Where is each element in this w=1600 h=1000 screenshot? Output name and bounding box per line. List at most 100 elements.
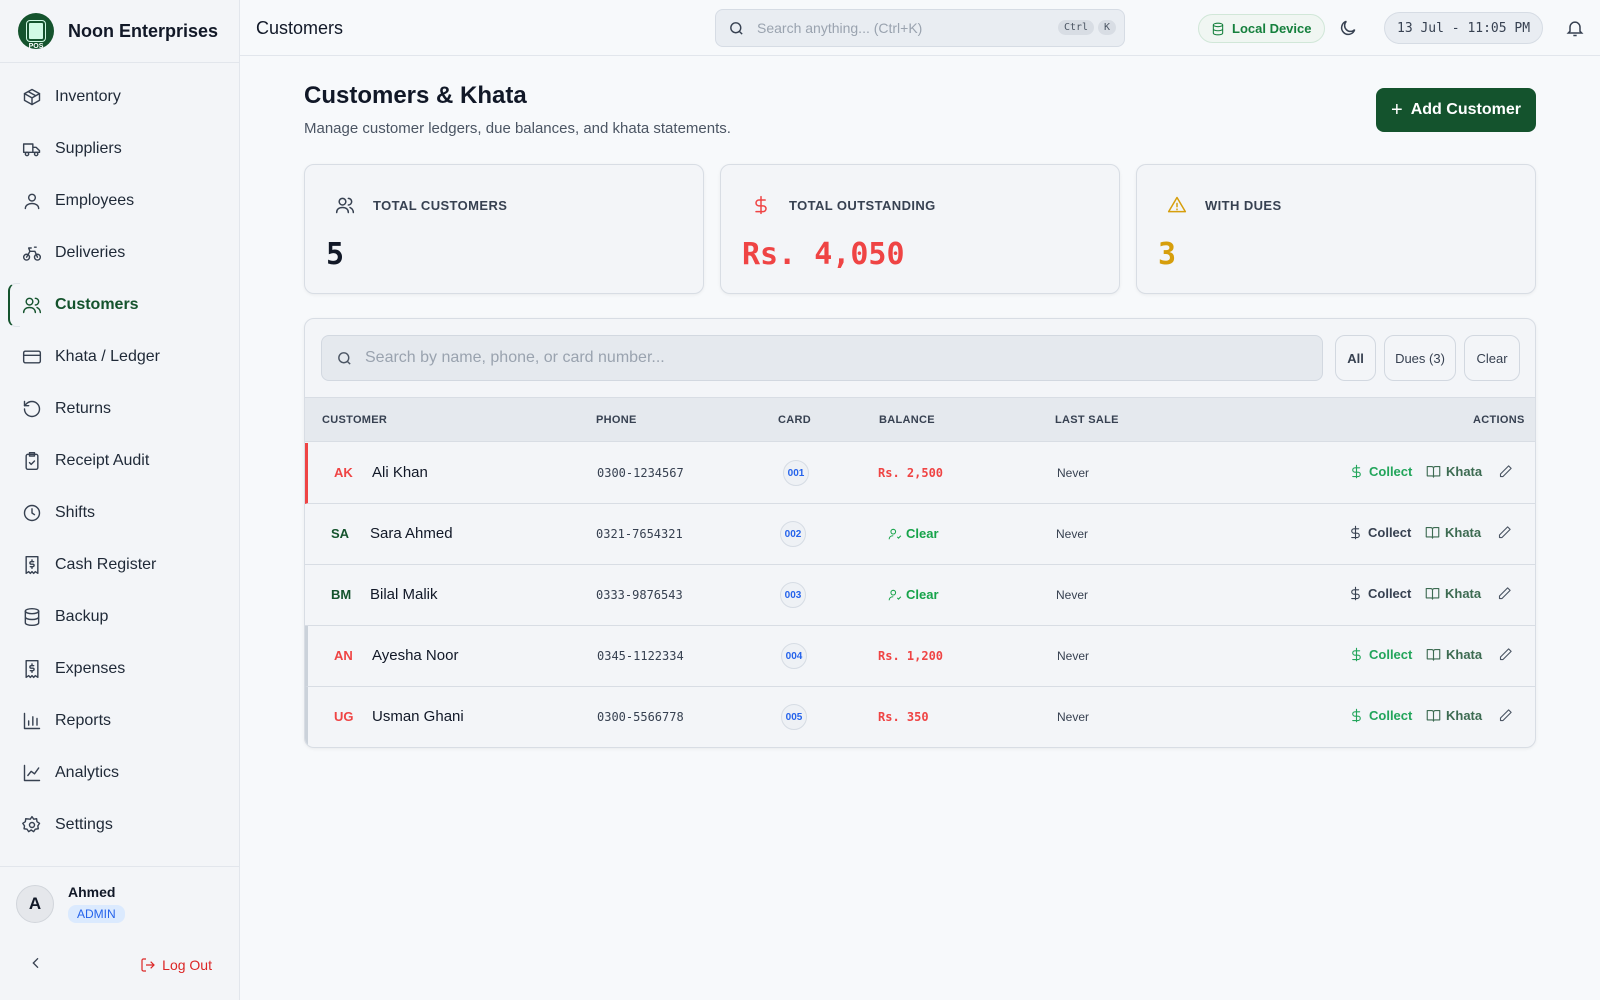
sidebar-item-suppliers[interactable]: Suppliers <box>0 123 239 175</box>
sidebar-item-label: Backup <box>55 608 109 625</box>
main-header: Customers & Khata Manage customer ledger… <box>304 82 731 137</box>
sidebar-item-backup[interactable]: Backup <box>0 591 239 643</box>
collect-label: Collect <box>1369 464 1413 479</box>
sidebar-item-shifts[interactable]: Shifts <box>0 487 239 539</box>
last-sale: Never <box>1056 527 1089 541</box>
role-badge: ADMIN <box>68 905 125 923</box>
book-open-icon <box>1426 465 1441 478</box>
global-search-placeholder: Search anything... (Ctrl+K) <box>757 20 923 36</box>
global-search-input[interactable]: Search anything... (Ctrl+K) Ctrl K <box>715 9 1125 47</box>
table-row[interactable]: UG Usman Ghani 0300-5566778 005 Rs. 350 … <box>305 687 1535 747</box>
sidebar-item-label: Expenses <box>55 660 126 677</box>
khata-button[interactable]: Khata <box>1426 708 1482 723</box>
database-icon <box>1212 22 1224 35</box>
add-customer-button[interactable]: + Add Customer <box>1376 88 1536 132</box>
notifications-button[interactable] <box>1565 18 1585 38</box>
filter-dues-button[interactable]: Dues (3) <box>1384 335 1456 381</box>
sidebar-item-settings[interactable]: Settings <box>0 799 239 851</box>
bell-icon <box>1566 21 1584 37</box>
khata-label: Khata <box>1446 708 1483 723</box>
device-badge[interactable]: Local Device <box>1198 14 1325 43</box>
sidebar: POS Noon Enterprises Inventory Suppliers… <box>0 0 240 1000</box>
page-title: Customers <box>256 18 344 38</box>
brand: POS Noon Enterprises <box>0 0 239 63</box>
pencil-icon <box>1498 587 1511 600</box>
pencil-icon <box>1498 526 1511 539</box>
dollar-icon <box>755 195 767 215</box>
balance-clear-label: Clear <box>906 587 939 602</box>
khata-button[interactable]: Khata <box>1426 647 1482 662</box>
sidebar-item-cash-register[interactable]: Cash Register <box>0 539 239 591</box>
sidebar-item-khata-ledger[interactable]: Khata / Ledger <box>0 331 239 383</box>
card-number-badge: 001 <box>783 460 809 486</box>
balance-clear: Clear <box>888 526 939 541</box>
sidebar-item-analytics[interactable]: Analytics <box>0 747 239 799</box>
last-sale: Never <box>1057 649 1090 663</box>
dollar-icon <box>1351 525 1360 540</box>
column-header-customer: CUSTOMER <box>322 414 388 426</box>
filter-clear-button[interactable]: Clear <box>1464 335 1520 381</box>
sidebar-item-deliveries[interactable]: Deliveries <box>0 227 239 279</box>
stat-card-with-dues: WITH DUES 3 <box>1136 164 1536 294</box>
log-out-icon <box>141 958 156 972</box>
khata-button[interactable]: Khata <box>1425 525 1481 540</box>
column-header-actions: ACTIONS <box>1473 414 1525 426</box>
collect-button[interactable]: Collect <box>1349 708 1412 723</box>
customer-name: Bilal Malik <box>370 586 438 603</box>
sidebar-item-returns[interactable]: Returns <box>0 383 239 435</box>
khata-button[interactable]: Khata <box>1426 464 1482 479</box>
stat-label: WITH DUES <box>1205 197 1282 213</box>
box-icon <box>23 88 41 106</box>
gear-icon <box>22 815 41 833</box>
card-number-badge: 004 <box>781 643 807 669</box>
brand-name: Noon Enterprises <box>68 20 219 41</box>
stat-value: 3 <box>1158 237 1177 272</box>
add-customer-label: Add Customer <box>1410 101 1521 118</box>
collect-button[interactable]: Collect <box>1349 647 1412 662</box>
user-check-icon <box>888 528 902 539</box>
logout-button[interactable]: Log Out <box>140 957 212 973</box>
collect-label: Collect <box>1368 586 1412 601</box>
collect-button[interactable]: Collect <box>1348 525 1411 540</box>
sidebar-item-inventory[interactable]: Inventory <box>0 71 239 123</box>
datetime-display: 13 Jul - 11:05 PM <box>1384 12 1544 44</box>
dollar-icon <box>1352 708 1361 723</box>
customer-search-field[interactable] <box>321 335 1323 381</box>
table-row[interactable]: AN Ayesha Noor 0345-1122334 004 Rs. 1,20… <box>305 626 1535 687</box>
theme-toggle-button[interactable] <box>1338 18 1358 38</box>
edit-button[interactable] <box>1497 586 1512 601</box>
table-row[interactable]: AK Ali Khan 0300-1234567 001 Rs. 2,500 N… <box>305 443 1535 504</box>
customer-search-input[interactable] <box>365 349 1265 367</box>
column-header-last-sale: LAST SALE <box>1055 414 1119 426</box>
collect-button[interactable]: Collect <box>1348 586 1411 601</box>
customer-name: Sara Ahmed <box>370 525 453 542</box>
collect-button[interactable]: Collect <box>1349 464 1412 479</box>
device-label: Local Device <box>1232 21 1312 36</box>
sidebar-item-label: Inventory <box>55 88 121 105</box>
dollar-icon <box>1351 586 1360 601</box>
edit-button[interactable] <box>1497 525 1512 540</box>
card-number-badge: 005 <box>781 704 807 730</box>
edit-button[interactable] <box>1498 647 1513 662</box>
sidebar-item-expenses[interactable]: Expenses <box>0 643 239 695</box>
clock-icon <box>23 504 41 522</box>
filter-all-button[interactable]: All <box>1335 335 1376 381</box>
last-sale: Never <box>1056 588 1089 602</box>
khata-button[interactable]: Khata <box>1425 586 1481 601</box>
sidebar-item-label: Reports <box>55 712 112 729</box>
edit-button[interactable] <box>1498 708 1513 723</box>
edit-button[interactable] <box>1498 464 1513 479</box>
sidebar-item-label: Receipt Audit <box>55 452 150 469</box>
sidebar-item-reports[interactable]: Reports <box>0 695 239 747</box>
sidebar-item-customers[interactable]: Customers <box>0 279 239 331</box>
table-row[interactable]: BM Bilal Malik 0333-9876543 003 Clear Ne… <box>305 565 1535 626</box>
bike-icon <box>22 246 42 261</box>
sidebar-item-employees[interactable]: Employees <box>0 175 239 227</box>
collapse-sidebar-button[interactable] <box>28 955 44 976</box>
sidebar-item-receipt-audit[interactable]: Receipt Audit <box>0 435 239 487</box>
sidebar-item-label: Deliveries <box>55 244 126 261</box>
balance-clear: Clear <box>888 587 939 602</box>
receipt-dollar-icon <box>25 555 39 575</box>
card-number-badge: 003 <box>780 582 806 608</box>
table-row[interactable]: SA Sara Ahmed 0321-7654321 002 Clear Nev… <box>305 504 1535 565</box>
